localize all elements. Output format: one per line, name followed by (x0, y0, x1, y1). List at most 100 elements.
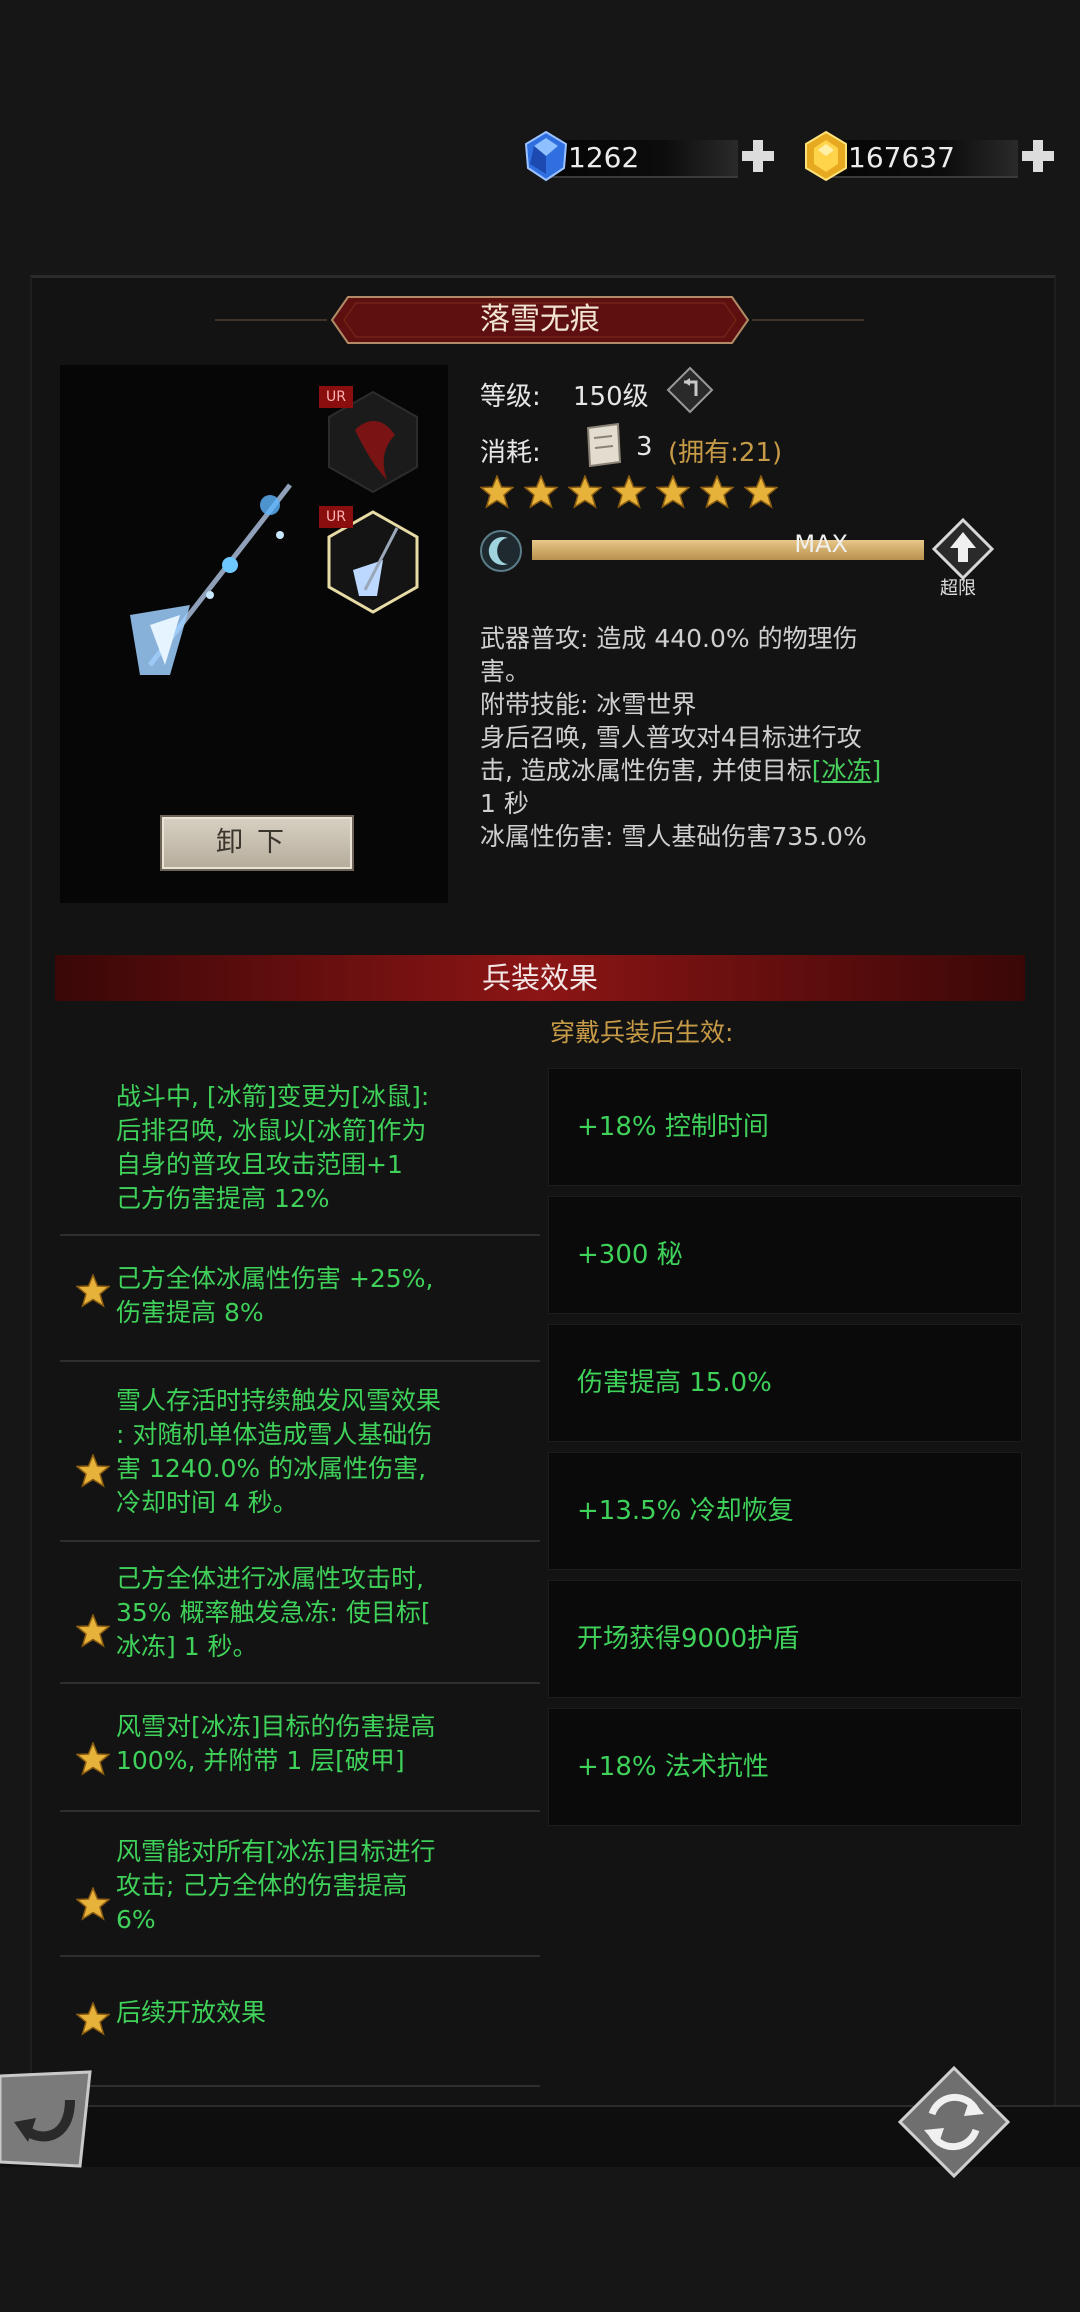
cost-label: 消耗: (480, 438, 541, 468)
star-icon (611, 474, 647, 509)
add-gems-icon[interactable] (738, 136, 778, 176)
effect-text: 雪人存活时持续触发风雪效果 : 对随机单体造成雪人基础伤害 1240.0% 的冰属… (116, 1384, 586, 1520)
effect-line: 战斗中, [冰箭]变更为[冰鼠]: (116, 1082, 430, 1111)
desc-line: 附带技能: 冰雪世界 (480, 690, 697, 719)
effect-line: 风雪对[冰冻]目标的伤害提高 (116, 1712, 436, 1741)
progress-fill (532, 540, 924, 560)
item-title: 落雪无痕 (480, 302, 600, 337)
bonus-text: +18% 控制时间 (577, 1112, 769, 1142)
effect-text: 风雪对[冰冻]目标的伤害提高 100%, 并附带 1 层[破甲] (116, 1710, 586, 1778)
ice-spear-image (130, 483, 292, 675)
effect-line: 自身的普攻且攻击范围+1 (116, 1150, 403, 1179)
effect-line: 伤害提高 8% (116, 1298, 264, 1327)
effect-text: 后续开放效果 (116, 1996, 586, 2030)
desc-line: 武器普攻: 造成 440.0% 的物理伤 (480, 624, 858, 653)
level-label: 等级: (480, 382, 541, 412)
slot-dragon[interactable]: UR (319, 386, 421, 494)
effect-line: 6% (116, 1905, 156, 1934)
effect-divider (60, 1810, 540, 1812)
desc-line: 冰属性伤害: 雪人基础伤害735.0% (480, 822, 867, 851)
effect-item: 后续开放效果 (60, 1996, 540, 2036)
star-icon (75, 1613, 111, 1648)
ur-badge-1: UR (319, 386, 353, 408)
star-icon (479, 474, 515, 509)
effect-line: 攻击; 己方全体的伤害提高 (116, 1871, 408, 1900)
desc-line: 害。 (480, 657, 531, 686)
effect-line: 己方全体冰属性伤害 +25%, (116, 1264, 434, 1293)
breakthrough-arrow-icon[interactable] (932, 518, 994, 580)
effect-divider (60, 1540, 540, 1542)
star-icon (743, 474, 779, 509)
effect-line: : 对随机单体造成雪人基础伤 (116, 1420, 433, 1449)
effect-text: 风雪能对所有[冰冻]目标进行 攻击; 己方全体的伤害提高 6% (116, 1835, 586, 1937)
owned-count: (拥有:21) (668, 438, 783, 468)
gold-gem-icon (805, 130, 847, 182)
cost-value: 3 (636, 432, 653, 462)
star-icon (75, 2001, 111, 2036)
bonus-text: +13.5% 冷却恢复 (577, 1496, 794, 1526)
effect-line: 后排召唤, 冰鼠以[冰箭]作为 (116, 1116, 427, 1145)
effect-line: 冰冻] 1 秒。 (116, 1632, 258, 1661)
effect-item: 风雪对[冰冻]目标的伤害提高 100%, 并附带 1 层[破甲] (60, 1710, 540, 1778)
section-title: 兵装效果 (481, 961, 598, 995)
effect-divider (60, 1682, 540, 1684)
star-icon (75, 1886, 111, 1921)
star-icon (75, 1273, 111, 1308)
freeze-link[interactable]: [冰冻] (812, 756, 882, 785)
effect-text: 战斗中, [冰箭]变更为[冰鼠]: 后排召唤, 冰鼠以[冰箭]作为 自身的普攻且攻击… (116, 1080, 586, 1216)
gold-currency: 167637 (800, 130, 1058, 182)
bonus-box: +300 秘 (548, 1196, 1022, 1314)
progress-max-label: MAX (794, 530, 848, 558)
bonus-box: 开场获得9000护盾 (548, 1580, 1022, 1698)
star-rating (479, 474, 788, 513)
ur-badge-2: UR (319, 506, 353, 528)
level-up-icon[interactable] (666, 366, 714, 414)
star-icon (655, 474, 691, 509)
blue-gem-icon (524, 130, 568, 182)
effect-line: 风雪能对所有[冰冻]目标进行 (116, 1837, 436, 1866)
bonus-box: 伤害提高 15.0% (548, 1324, 1022, 1442)
effect-divider (60, 1234, 540, 1236)
gem-currency: 1262 (520, 130, 778, 182)
star-icon (567, 474, 603, 509)
effect-line: 己方全体进行冰属性攻击时, (116, 1564, 424, 1593)
upgrade-progress-bar: MAX (532, 530, 924, 560)
desc-line: 身后召唤, 雪人普攻对4目标进行攻 (480, 723, 862, 752)
effect-item: 己方全体进行冰属性攻击时, 35% 概率触发急冻: 使目标[ 冰冻] 1 秒。 (60, 1562, 540, 1664)
effect-divider (60, 1360, 540, 1362)
effect-line: 35% 概率触发急冻: 使目标[ (116, 1598, 431, 1627)
effect-line: 雪人存活时持续触发风雪效果 (116, 1386, 442, 1415)
weapon-description: 武器普攻: 造成 440.0% 的物理伤 害。 附带技能: 冰雪世界 身后召唤,… (480, 622, 1010, 853)
unequip-button[interactable]: 卸下 (160, 815, 354, 871)
effect-item: 己方全体冰属性伤害 +25%, 伤害提高 8% (60, 1262, 540, 1330)
effect-text: 己方全体进行冰属性攻击时, 35% 概率触发急冻: 使目标[ 冰冻] 1 秒。 (116, 1562, 586, 1664)
bonus-subtitle: 穿戴兵装后生效: (550, 1018, 734, 1047)
gem-count: 1262 (568, 141, 640, 174)
bonus-text: 伤害提高 15.0% (577, 1368, 772, 1398)
scroll-material-icon (586, 422, 622, 468)
level-value: 150级 (573, 382, 649, 412)
bonus-box: +18% 控制时间 (548, 1068, 1022, 1186)
moon-icon (480, 530, 522, 572)
star-icon (75, 1741, 111, 1776)
effect-item: 风雪能对所有[冰冻]目标进行 攻击; 己方全体的伤害提高 6% (60, 1835, 540, 1937)
effect-line: 冷却时间 4 秒。 (116, 1488, 298, 1517)
effect-line: 害 1240.0% 的冰属性伤害, (116, 1454, 427, 1483)
effect-line: 后续开放效果 (116, 1998, 267, 2027)
back-arrow-icon[interactable] (0, 2070, 96, 2170)
add-gold-icon[interactable] (1018, 136, 1058, 176)
star-icon (699, 474, 735, 509)
gold-count: 167637 (848, 141, 955, 174)
effect-text: 己方全体冰属性伤害 +25%, 伤害提高 8% (116, 1262, 586, 1330)
breakthrough-label: 超限 (940, 578, 976, 599)
swap-icon[interactable] (898, 2066, 1010, 2178)
effect-divider (60, 1955, 540, 1957)
bonus-text: +18% 法术抗性 (577, 1752, 769, 1782)
star-icon (75, 1453, 111, 1488)
title-line-left (215, 319, 327, 321)
slot-ice-spear[interactable]: UR (319, 506, 421, 614)
effect-line: 己方伤害提高 12% (116, 1184, 330, 1213)
effect-item: 雪人存活时持续触发风雪效果 : 对随机单体造成雪人基础伤害 1240.0% 的冰属… (60, 1384, 540, 1520)
effect-item: 战斗中, [冰箭]变更为[冰鼠]: 后排召唤, 冰鼠以[冰箭]作为 自身的普攻且攻击… (60, 1080, 540, 1216)
desc-line-with-link: 击, 造成冰属性伤害, 并使目标[冰冻] (480, 754, 1010, 787)
